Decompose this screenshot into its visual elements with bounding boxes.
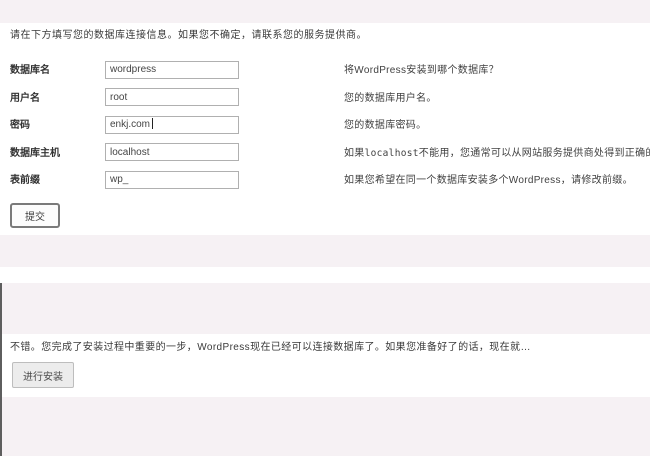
text-cursor bbox=[152, 118, 153, 129]
database-connection-form: 数据库名 将WordPress安装到哪个数据库？ 用户名 您的数据库用户名。 密… bbox=[10, 55, 642, 193]
database-host-hint-code: localhost bbox=[365, 148, 419, 159]
username-hint: 您的数据库用户名。 bbox=[344, 89, 437, 104]
form-row-database-name: 数据库名 将WordPress安装到哪个数据库？ bbox=[10, 55, 642, 83]
password-label: 密码 bbox=[10, 116, 105, 131]
wordpress-setup-page: 请在下方填写您的数据库连接信息。如果您不确定，请联系您的服务提供商。 数据库名 … bbox=[0, 0, 650, 469]
form-row-password: 密码 您的数据库密码。 bbox=[10, 110, 642, 138]
database-host-label: 数据库主机 bbox=[10, 144, 105, 159]
database-host-input-wrap bbox=[105, 142, 239, 162]
username-input-wrap bbox=[105, 87, 239, 107]
divider-band-lower bbox=[0, 283, 650, 334]
top-banner-band bbox=[0, 0, 650, 23]
divider-band-upper bbox=[0, 235, 650, 267]
database-host-input[interactable] bbox=[105, 143, 239, 161]
database-name-input[interactable] bbox=[105, 61, 239, 79]
table-prefix-input-wrap bbox=[105, 169, 239, 189]
database-name-label: 数据库名 bbox=[10, 61, 105, 76]
table-prefix-hint: 如果您希望在同一个数据库安装多个WordPress，请修改前缀。 bbox=[344, 171, 633, 186]
table-prefix-input[interactable] bbox=[105, 171, 239, 189]
run-install-button[interactable]: 进行安装 bbox=[12, 362, 74, 388]
password-hint: 您的数据库密码。 bbox=[344, 116, 426, 131]
database-name-input-wrap bbox=[105, 59, 239, 79]
password-input-wrap bbox=[105, 114, 239, 134]
password-input[interactable] bbox=[105, 116, 239, 134]
table-prefix-label: 表前缀 bbox=[10, 171, 105, 186]
success-message: 不错。您完成了安装过程中重要的一步，WordPress现在已经可以连接数据库了。… bbox=[10, 338, 531, 353]
database-host-hint-pre: 如果 bbox=[344, 148, 365, 159]
username-input[interactable] bbox=[105, 88, 239, 106]
database-name-hint: 将WordPress安装到哪个数据库？ bbox=[344, 61, 499, 76]
form-row-database-host: 数据库主机 如果localhost不能用，您通常可以从网站服务提供商处得到正确的… bbox=[10, 138, 642, 166]
form-row-username: 用户名 您的数据库用户名。 bbox=[10, 83, 642, 111]
username-label: 用户名 bbox=[10, 89, 105, 104]
database-host-hint-post: 不能用，您通常可以从网站服务提供商处得到正确的信息。 bbox=[419, 148, 650, 159]
form-row-table-prefix: 表前缀 如果您希望在同一个数据库安装多个WordPress，请修改前缀。 bbox=[10, 165, 642, 193]
bottom-band bbox=[0, 397, 650, 456]
database-host-hint: 如果localhost不能用，您通常可以从网站服务提供商处得到正确的信息。 bbox=[344, 144, 650, 159]
window-left-edge bbox=[0, 283, 2, 456]
submit-button[interactable]: 提交 bbox=[10, 203, 60, 228]
intro-text: 请在下方填写您的数据库连接信息。如果您不确定，请联系您的服务提供商。 bbox=[10, 26, 367, 41]
